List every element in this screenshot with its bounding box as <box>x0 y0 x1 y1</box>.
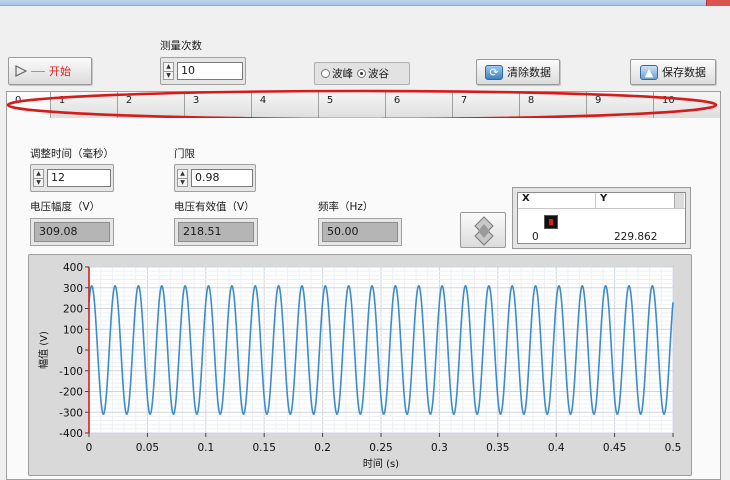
threshold-control[interactable]: ▲ ▼ 0.98 <box>174 164 256 192</box>
x-tick-label: 0.15 <box>253 442 276 454</box>
start-button-label: 开始 <box>49 65 71 78</box>
save-data-button[interactable]: ▲ 保存数据 <box>630 59 716 85</box>
x-tick-label: 0.35 <box>486 442 509 454</box>
cursor-table-cell-y: 229.862 <box>614 231 658 243</box>
clear-data-button[interactable]: ⟳ 清除数据 <box>476 59 560 85</box>
play-icon <box>15 65 27 77</box>
x-tick-label: 0.05 <box>136 442 159 454</box>
x-axis-label: 时间 (s) <box>363 457 399 470</box>
frequency-indicator: 50.00 <box>318 218 402 246</box>
red-annotation-ellipse <box>6 89 718 121</box>
threshold-field[interactable]: 0.98 <box>191 169 253 187</box>
frequency-value: 50.00 <box>322 222 398 242</box>
cursor-table-cell-x: 0 <box>532 231 539 243</box>
clear-data-label: 清除数据 <box>507 66 551 79</box>
voltage-rms-value: 218.51 <box>178 222 254 242</box>
save-icon: ▲ <box>640 64 658 80</box>
radio-peak[interactable]: 波峰 <box>321 66 353 81</box>
x-tick-label: 0.1 <box>197 442 214 454</box>
threshold-label: 门限 <box>174 148 195 160</box>
adjust-time-control[interactable]: ▲ ▼ 12 <box>30 164 114 192</box>
voltage-amplitude-indicator: 309.08 <box>30 218 114 246</box>
cursor-table-header-y: Y <box>600 193 608 204</box>
cursor-table-scrollbar[interactable] <box>674 193 684 208</box>
voltage-rms-indicator: 218.51 <box>174 218 258 246</box>
x-tick-label: 0.2 <box>314 442 331 454</box>
cursor-table-header: X Y <box>518 193 685 209</box>
x-tick-label: 0 <box>86 442 93 454</box>
x-tick-label: 0.25 <box>369 442 392 454</box>
radio-trough-circle <box>357 69 366 78</box>
x-tick-label: 0.45 <box>603 442 626 454</box>
cursor-table: X Y 0 229.862 <box>512 187 691 249</box>
window-close-button[interactable] <box>706 0 730 6</box>
peak-trough-radio-group: 波峰 波谷 <box>314 62 410 85</box>
y-tick-label: 400 <box>63 262 83 274</box>
cursor-move-button[interactable] <box>460 212 506 248</box>
radio-trough-label: 波谷 <box>368 68 389 80</box>
cursor-move-icon <box>474 216 494 246</box>
y-tick-label: -100 <box>59 366 83 378</box>
frequency-label: 频率（Hz） <box>318 201 374 213</box>
y-tick-label: 300 <box>63 283 83 295</box>
y-tick-label: 0 <box>76 345 83 357</box>
y-tick-label: -300 <box>59 407 83 419</box>
window-titlebar <box>0 0 730 6</box>
adjust-time-label: 调整时间（毫秒） <box>30 148 114 160</box>
y-tick-label: -200 <box>59 387 83 399</box>
y-tick-label: 100 <box>63 324 83 336</box>
measure-count-control[interactable]: ▲ ▼ 10 <box>160 57 246 85</box>
measure-count-field[interactable]: 10 <box>177 62 243 80</box>
save-data-label: 保存数据 <box>662 66 706 79</box>
divider <box>31 71 45 72</box>
adjust-time-field[interactable]: 12 <box>47 169 111 187</box>
adjust-time-stepper[interactable]: ▲ ▼ <box>33 169 44 187</box>
refresh-icon: ⟳ <box>485 64 503 80</box>
measure-count-stepper[interactable]: ▲ ▼ <box>163 62 174 80</box>
start-button[interactable]: 开始 <box>8 57 92 85</box>
x-tick-label: 0.3 <box>431 442 448 454</box>
waveform-chart-svg: 4003002001000-100-200-300-4000 0.05 0.1 0.1… <box>37 262 682 470</box>
y-tick-label: -400 <box>59 428 83 440</box>
waveform-graph[interactable]: 400 300 200 100 0 -100 -200 -300 -400 0 0.05 0.1 0.1… <box>28 254 692 476</box>
y-tick-label: 200 <box>63 304 83 316</box>
voltage-amplitude-label: 电压幅度（V） <box>30 201 101 213</box>
radio-peak-circle <box>321 69 330 78</box>
voltage-amplitude-value: 309.08 <box>34 222 110 242</box>
radio-trough[interactable]: 波谷 <box>357 66 389 81</box>
radio-peak-label: 波峰 <box>332 68 353 80</box>
measure-count-label: 测量次数 <box>160 40 202 52</box>
voltage-rms-label: 电压有效值（V） <box>174 201 255 213</box>
cursor-color-swatch[interactable] <box>544 215 558 229</box>
y-axis-label: 幅值 (V) <box>37 331 50 369</box>
threshold-stepper[interactable]: ▲ ▼ <box>177 169 188 187</box>
x-tick-label: 0.5 <box>665 442 682 454</box>
x-tick-label: 0.4 <box>548 442 565 454</box>
cursor-table-header-x: X <box>518 193 596 208</box>
